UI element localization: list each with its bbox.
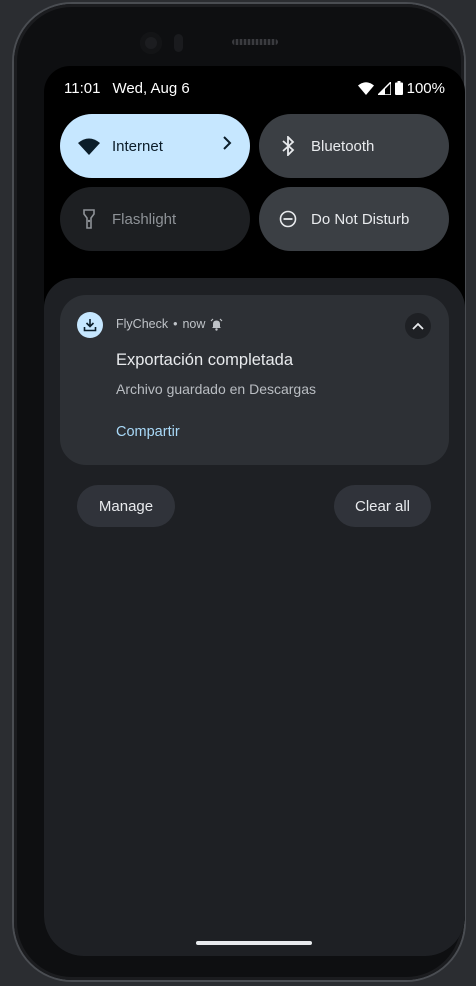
share-action[interactable]: Compartir [116, 424, 180, 440]
clear-all-button[interactable]: Clear all [334, 485, 431, 527]
screen: 11:01 Wed, Aug 6 100% Internet Bluetooth [44, 66, 465, 956]
status-bar: 11:01 Wed, Aug 6 100% [64, 76, 445, 100]
do-not-disturb-icon [277, 208, 299, 230]
manage-button[interactable]: Manage [77, 485, 175, 527]
notification-body: Archivo guardado en Descargas [116, 381, 317, 397]
battery-icon [394, 81, 403, 95]
tile-do-not-disturb[interactable]: Do Not Disturb [259, 187, 449, 251]
chevron-right-icon [222, 136, 232, 154]
bluetooth-icon [277, 135, 299, 157]
status-time: 11:01 [64, 79, 101, 97]
tile-internet[interactable]: Internet [60, 114, 250, 178]
battery-percent: 100% [406, 79, 445, 97]
tile-dnd-label: Do Not Disturb [311, 210, 410, 228]
notification-card[interactable]: FlyCheck • now Exportación completada Ar… [60, 295, 449, 465]
earpiece-speaker [232, 39, 278, 45]
tile-bluetooth[interactable]: Bluetooth [259, 114, 449, 178]
proximity-sensor [174, 34, 183, 52]
flashlight-icon [78, 208, 100, 230]
wifi-signal-icon [357, 81, 374, 95]
tile-internet-label: Internet [112, 137, 163, 155]
app-name: FlyCheck [116, 317, 169, 331]
notification-header: FlyCheck • now [116, 317, 223, 331]
notification-time: now [182, 317, 206, 331]
tile-bluetooth-label: Bluetooth [311, 137, 375, 155]
cell-signal-icon [377, 81, 391, 95]
tile-flashlight-label: Flashlight [112, 210, 177, 228]
front-camera [140, 32, 162, 54]
wifi-icon [78, 135, 100, 157]
notification-shade: FlyCheck • now Exportación completada Ar… [44, 278, 465, 956]
phone-frame: 11:01 Wed, Aug 6 100% Internet Bluetooth [14, 4, 465, 980]
status-date: Wed, Aug 6 [112, 79, 190, 97]
collapse-button[interactable] [405, 313, 431, 339]
notification-title: Exportación completada [116, 351, 294, 369]
alarm-bell-icon [210, 318, 223, 331]
status-icons: 100% [357, 79, 445, 97]
download-icon [77, 312, 103, 338]
header-separator: • [173, 317, 178, 331]
gesture-home-bar[interactable] [196, 941, 312, 945]
chevron-up-icon [412, 322, 424, 330]
tile-flashlight[interactable]: Flashlight [60, 187, 250, 251]
